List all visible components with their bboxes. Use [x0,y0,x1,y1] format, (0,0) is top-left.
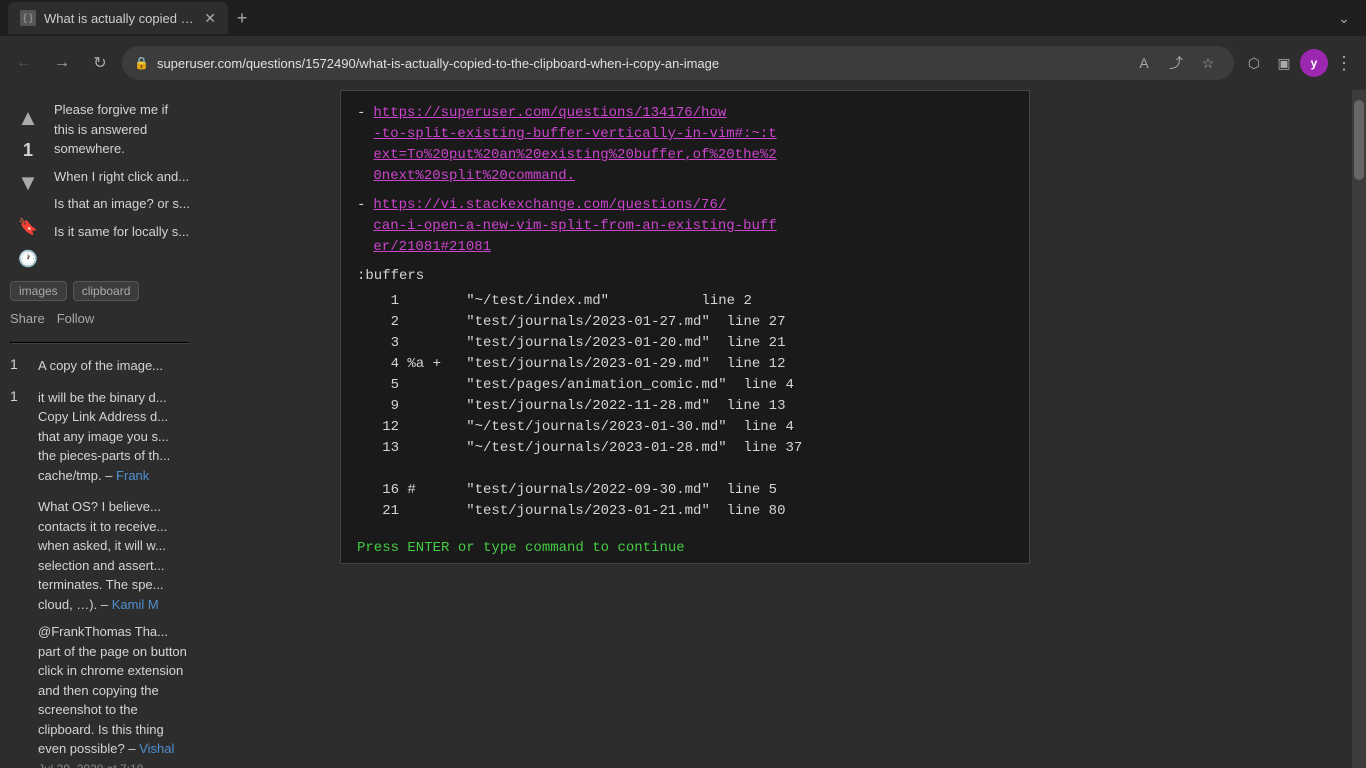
share-link[interactable]: Share [10,311,45,326]
comments-section: What OS? I believe... contacts it to rec… [10,497,190,768]
tab-favicon: { } [20,10,36,26]
bookmark-icon[interactable]: 🔖 [14,213,42,241]
vote-controls: ▲ 1 ▼ 🔖 🕐 [10,100,46,273]
answer-item-2: 1 it will be the binary d... Copy Link A… [10,388,190,486]
bullet-2: - [357,195,365,258]
scrollbar-thumb[interactable] [1354,100,1364,180]
extensions-button[interactable]: ⬡ [1240,49,1268,77]
new-tab-button[interactable]: + [228,4,256,32]
address-bar-row: ← → ↻ 🔒 superuser.com/questions/1572490/… [0,36,1366,90]
active-tab[interactable]: { } What is actually copied to the c... … [8,2,228,34]
vote-count: 1 [23,140,33,161]
code-overlay: - https://superuser.com/questions/134176… [340,90,1030,564]
browser-actions: ⬡ ▣ y ⋮ [1240,49,1358,77]
tag-clipboard[interactable]: clipboard [73,281,140,301]
code-link-1[interactable]: https://superuser.com/questions/134176/h… [373,103,776,187]
answer-vote-1: 1 [10,356,30,376]
question-text-1: Please forgive me if this is answered so… [54,100,190,159]
vote-up-button[interactable]: ▲ [10,100,46,136]
answer-text-2: it will be the binary d... Copy Link Add… [38,388,190,486]
answer-text-1: A copy of the image... [38,356,190,376]
comment-2: @FrankThomas Tha... part of the page on … [38,622,190,768]
enter-prompt: Press ENTER or type command to continue [341,534,1029,563]
tab-end-controls: ⌄ [1330,4,1358,32]
follow-link[interactable]: Follow [57,311,95,326]
comment-author-vishal[interactable]: Vishal [139,741,174,756]
tab-bar: { } What is actually copied to the c... … [0,0,1366,36]
tag-images[interactable]: images [10,281,67,301]
address-bar[interactable]: 🔒 superuser.com/questions/1572490/what-i… [122,46,1234,80]
share-page-button[interactable]: ⤴ [1162,49,1190,77]
history-icon[interactable]: 🕐 [14,245,42,273]
question-text-3: Is that an image? or s... [54,194,190,214]
tab-list-button[interactable]: ⌄ [1330,4,1358,32]
layout-button[interactable]: ▣ [1270,49,1298,77]
answer-author-frank[interactable]: Frank [116,468,149,483]
address-actions: A ⤴ ☆ [1130,49,1222,77]
code-block: - https://superuser.com/questions/134176… [341,91,1029,534]
translate-button[interactable]: A [1130,49,1158,77]
code-link-2[interactable]: https://vi.stackexchange.com/questions/7… [373,195,776,258]
bookmark-button[interactable]: ☆ [1194,49,1222,77]
answers-section: 1 A copy of the image... 1 it will be th… [10,356,190,485]
buffer-lines: 1 "~/test/index.md" line 2 2 "test/journ… [357,291,1013,522]
question-text-4: Is it same for locally s... [54,222,190,242]
comment-text-2: @FrankThomas Tha... part of the page on … [38,622,190,768]
vote-down-button[interactable]: ▼ [10,165,46,201]
refresh-button[interactable]: ↻ [84,47,116,79]
share-follow-row: Share Follow [10,311,190,326]
buffers-label: :buffers [357,266,1013,287]
lock-icon: 🔒 [134,56,149,70]
browser-chrome: { } What is actually copied to the c... … [0,0,1366,90]
scrollbar[interactable] [1352,90,1366,768]
tab-title: What is actually copied to the c... [44,11,196,26]
back-button[interactable]: ← [8,47,40,79]
bullet-1: - [357,103,365,187]
question-text-2: When I right click and... [54,167,190,187]
forward-button[interactable]: → [46,47,78,79]
comment-1: What OS? I believe... contacts it to rec… [38,497,190,614]
tab-close-button[interactable]: ✕ [204,10,216,27]
address-text: superuser.com/questions/1572490/what-is-… [157,56,1122,71]
tags-row: images clipboard [10,281,190,301]
profile-button[interactable]: y [1300,49,1328,77]
comment-author-kamil[interactable]: Kamil M [112,597,159,612]
browser-menu-button[interactable]: ⋮ [1330,49,1358,77]
answer-item-1: 1 A copy of the image... [10,356,190,376]
comment-text-1: What OS? I believe... contacts it to rec… [38,497,190,614]
answer-vote-2: 1 [10,388,30,486]
left-panel: ▲ 1 ▼ 🔖 🕐 Please forgive me if this is a… [0,90,200,768]
comment-date-vishal: Jul 29, 2020 at 7:18 [38,762,143,768]
